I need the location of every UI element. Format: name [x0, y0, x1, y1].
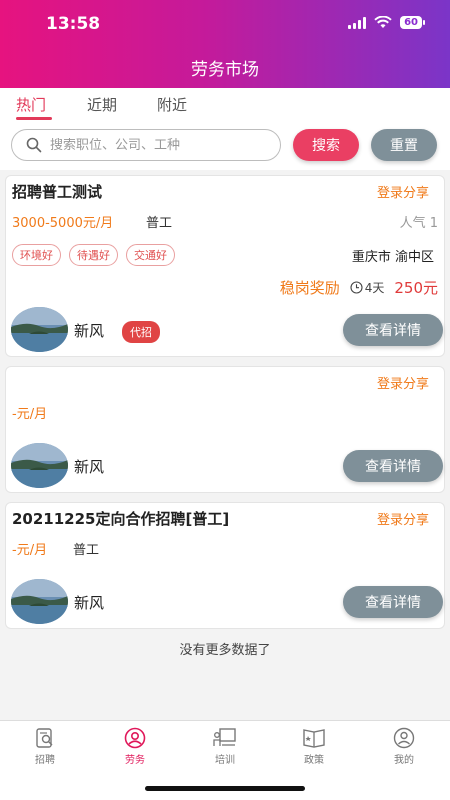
nav-item-profile[interactable]: 我的 — [374, 727, 434, 766]
tab-nearby[interactable]: 附近 — [157, 94, 187, 115]
login-share-link[interactable]: 登录分享 — [377, 373, 429, 392]
job-tags: 环境好 待遇好 交通好 — [12, 244, 175, 266]
signal-icon — [348, 16, 367, 29]
battery-icon: 60 — [400, 16, 425, 29]
active-tab-indicator — [16, 117, 52, 120]
reset-button[interactable]: 重置 — [371, 129, 437, 161]
profile-icon — [393, 727, 415, 749]
bonus-label: 稳岗奖励 — [279, 279, 340, 297]
company-avatar — [11, 579, 68, 624]
training-icon — [213, 728, 236, 746]
tab-bar: 热门 近期 附近 — [0, 88, 450, 124]
status-time: 13:58 — [46, 14, 101, 34]
job-card[interactable]: 20211225定向合作招聘[普工] 登录分享 -元/月 普工 新风 查看详情 — [5, 502, 445, 629]
nav-item-training[interactable]: 培训 — [195, 727, 255, 766]
recruit-icon — [36, 728, 53, 748]
search-icon — [26, 137, 42, 153]
tab-hot[interactable]: 热门 — [16, 94, 46, 115]
view-details-button[interactable]: 查看详情 — [343, 314, 443, 346]
view-details-button[interactable]: 查看详情 — [343, 586, 443, 618]
job-card[interactable]: 招聘普工测试 登录分享 3000-5000元/月 普工 人气 1 环境好 待遇好… — [5, 175, 445, 357]
job-type: 普工 — [73, 543, 100, 558]
job-days: 4天 — [350, 279, 385, 296]
company-name: 新风 — [74, 594, 105, 612]
clock-icon — [350, 281, 363, 294]
company-name: 新风 — [74, 458, 105, 476]
view-details-button[interactable]: 查看详情 — [343, 450, 443, 482]
page-title: 劳务市场 — [191, 60, 259, 80]
bonus-row: 稳岗奖励 4天 250元 — [280, 277, 438, 298]
company-name: 新风 — [74, 322, 105, 340]
nav-item-labor[interactable]: 劳务 — [105, 727, 165, 766]
job-tag: 环境好 — [12, 244, 61, 266]
login-share-link[interactable]: 登录分享 — [377, 182, 429, 201]
login-share-link[interactable]: 登录分享 — [377, 509, 429, 528]
search-button[interactable]: 搜索 — [293, 129, 359, 161]
no-more-data-text: 没有更多数据了 — [179, 643, 271, 658]
job-location: 重庆市 渝中区 — [351, 250, 434, 265]
wifi-icon — [374, 16, 392, 28]
job-salary: -元/月 — [12, 543, 48, 558]
nav-label: 劳务 — [125, 755, 145, 766]
job-salary: 3000-5000元/月 — [12, 216, 114, 231]
search-field[interactable] — [11, 129, 281, 161]
days-text: 4天 — [364, 281, 385, 295]
app-header: 13:58 60 劳务市场 — [0, 0, 450, 88]
job-type: 普工 — [146, 216, 173, 231]
job-salary: -元/月 — [12, 407, 48, 422]
job-title: 20211225定向合作招聘[普工] — [12, 510, 230, 528]
nav-label: 培训 — [215, 755, 235, 766]
status-icons: 60 — [348, 16, 425, 29]
nav-label: 招聘 — [35, 755, 55, 766]
job-tag: 待遇好 — [69, 244, 118, 266]
job-title: 招聘普工测试 — [12, 183, 103, 201]
search-bar: 搜索 重置 — [0, 124, 450, 170]
company-avatar — [11, 443, 68, 488]
tab-recent[interactable]: 近期 — [87, 94, 117, 115]
policy-icon — [303, 729, 325, 748]
nav-label: 我的 — [394, 755, 414, 766]
nav-label: 政策 — [304, 755, 324, 766]
job-popularity: 人气 1 — [399, 216, 438, 231]
agency-badge: 代招 — [122, 321, 160, 343]
job-card[interactable]: 登录分享 -元/月 新风 查看详情 — [5, 366, 445, 493]
nav-item-recruit[interactable]: 招聘 — [15, 727, 75, 766]
company-avatar — [11, 307, 68, 352]
labor-icon — [124, 727, 146, 749]
bonus-amount: 250元 — [394, 279, 438, 297]
nav-item-policy[interactable]: 政策 — [284, 727, 344, 766]
home-indicator — [145, 786, 305, 791]
search-input[interactable] — [50, 137, 260, 153]
job-tag: 交通好 — [126, 244, 175, 266]
